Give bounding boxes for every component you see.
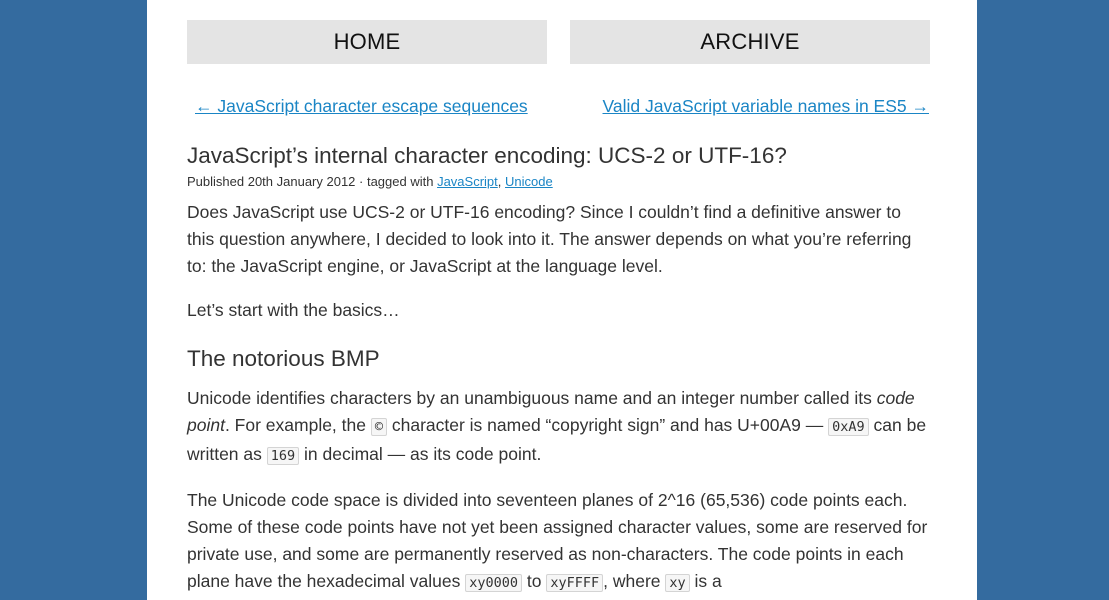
- previous-post-link[interactable]: ← JavaScript character escape sequences: [195, 94, 528, 118]
- tag-separator: ,: [497, 174, 505, 189]
- inline-code: 169: [266, 447, 300, 465]
- paragraph-text: , where: [603, 571, 666, 591]
- post-pager: ← JavaScript character escape sequences …: [187, 94, 930, 118]
- paragraph-text: character is named “copyright sign” and …: [387, 415, 829, 435]
- code-space-paragraph: The Unicode code space is divided into s…: [187, 487, 930, 597]
- paragraph-text: is a: [689, 571, 722, 591]
- post-meta-text: Published 20th January 2012 · tagged wit…: [187, 174, 438, 189]
- inline-code: xy0000: [465, 574, 523, 592]
- page-container: HOME ARCHIVE ← JavaScript character esca…: [147, 0, 977, 600]
- top-nav: HOME ARCHIVE: [187, 20, 930, 64]
- paragraph-text: to: [522, 571, 547, 591]
- paragraph-text: in decimal — as its code point.: [299, 444, 542, 464]
- tag-link-unicode[interactable]: Unicode: [505, 174, 553, 189]
- inline-code: xy: [665, 574, 690, 592]
- next-post-link[interactable]: Valid JavaScript variable names in ES5 →: [603, 94, 930, 118]
- paragraph-text: Unicode identifies characters by an unam…: [187, 388, 877, 408]
- paragraph-text: . For example, the: [224, 415, 371, 435]
- content-column: HOME ARCHIVE ← JavaScript character esca…: [187, 20, 930, 597]
- tag-link-javascript[interactable]: JavaScript: [437, 174, 498, 189]
- section-heading: The notorious BMP: [187, 346, 380, 371]
- inline-code: xyFFFF: [546, 574, 604, 592]
- basics-paragraph: Let’s start with the basics…: [187, 300, 400, 320]
- home-button[interactable]: HOME: [187, 20, 547, 64]
- post-meta: Published 20th January 2012 · tagged wit…: [187, 173, 930, 191]
- intro-paragraph: Does JavaScript use UCS-2 or UTF-16 enco…: [187, 202, 912, 276]
- inline-code: 0xA9: [828, 418, 869, 436]
- archive-button[interactable]: ARCHIVE: [570, 20, 930, 64]
- inline-code: ©: [370, 418, 387, 436]
- code-point-paragraph: Unicode identifies characters by an unam…: [187, 385, 930, 470]
- post-title: JavaScript’s internal character encoding…: [187, 143, 787, 168]
